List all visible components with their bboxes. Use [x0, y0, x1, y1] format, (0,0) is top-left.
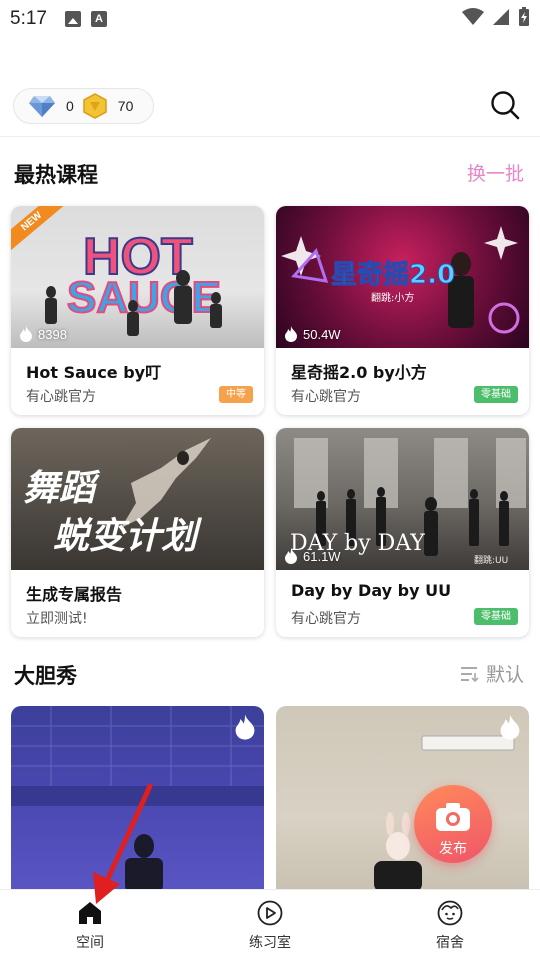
fire-icon	[235, 714, 255, 740]
report-card[interactable]: 舞蹈 蜕变计划 生成专属报告 立即测试!	[11, 428, 264, 637]
report-subtitle: 立即测试!	[26, 611, 88, 627]
course-author: 有心跳官方	[291, 389, 361, 405]
status-time: 5:17	[10, 8, 47, 29]
hot-courses-title: 最热课程	[14, 163, 98, 187]
fire-icon	[500, 714, 520, 740]
show-video-thumbnail	[374, 735, 515, 892]
bottom-nav: 空间 练习室 宿舍	[0, 889, 540, 960]
course-title: 星奇摇2.0 by小方	[291, 363, 427, 382]
nav-dorm-label: 宿舍	[436, 935, 464, 951]
fire-icon	[285, 326, 297, 342]
show-video-card[interactable]	[11, 706, 264, 892]
header-divider	[0, 136, 540, 137]
signal-icon	[493, 9, 509, 25]
fire-icon	[20, 326, 32, 342]
header: 0 70	[0, 86, 540, 136]
view-count: 8398	[19, 326, 67, 342]
app-notification-icon: A	[90, 11, 107, 27]
course-card-day-by-day[interactable]: DAY by DAY 翻跳:UU 61.1W Day by Day by UU …	[276, 428, 529, 637]
battery-icon	[519, 7, 529, 26]
show-video-thumbnail	[11, 706, 264, 892]
gallery-notification-icon	[64, 11, 81, 27]
course-card-hot-sauce[interactable]: HOT SAUCE NEW 8398 Hot Sauce by叮 有心跳官方 中…	[11, 206, 264, 415]
course-thumbnail: HOT SAUCE NEW 8398	[11, 206, 264, 348]
nav-space[interactable]: 空间	[30, 890, 150, 960]
svg-text:舞蹈: 舞蹈	[23, 468, 101, 509]
search-icon[interactable]	[490, 90, 520, 120]
camera-icon	[436, 803, 470, 831]
nav-dorm[interactable]: 宿舍	[390, 890, 510, 960]
report-thumbnail: 舞蹈 蜕变计划	[11, 428, 264, 570]
sort-icon	[460, 666, 479, 682]
nav-practice-room[interactable]: 练习室	[210, 890, 330, 960]
difficulty-tag: 零基础	[474, 608, 518, 625]
report-title: 生成专属报告	[26, 585, 123, 604]
fire-icon	[285, 548, 297, 564]
difficulty-tag: 中等	[219, 386, 253, 403]
publish-button[interactable]: 发布	[414, 785, 492, 863]
sort-label: 默认	[485, 664, 524, 686]
refresh-batch-button[interactable]: 换一批	[467, 159, 524, 186]
view-count: 50.4W	[284, 326, 341, 342]
view-count: 61.1W	[284, 548, 341, 564]
bold-show-title: 大胆秀	[14, 664, 77, 688]
course-title: Hot Sauce by叮	[26, 363, 162, 382]
svg-text:蜕变计划: 蜕变计划	[53, 516, 203, 557]
course-thumbnail: 星奇摇2.0 翻跳:小方 50.4W	[276, 206, 529, 348]
diamond-icon	[29, 96, 55, 117]
dance-transform-artwork: 舞蹈 蜕变计划	[23, 438, 211, 557]
nav-space-label: 空间	[76, 935, 104, 951]
status-bar: 5:17 A	[0, 0, 540, 38]
course-title: Day by Day by UU	[291, 581, 452, 600]
wallet-pill[interactable]: 0 70	[13, 88, 154, 124]
nav-practice-room-label: 练习室	[249, 935, 291, 951]
svg-text:翻跳:小方: 翻跳:小方	[371, 291, 414, 304]
svg-text:翻跳:UU: 翻跳:UU	[474, 554, 508, 566]
diamond-count: 0	[66, 98, 74, 114]
course-card-xingqiyao[interactable]: 星奇摇2.0 翻跳:小方 50.4W 星奇摇2.0 by小方 有心跳官方 零基础	[276, 206, 529, 415]
svg-text:SAUCE: SAUCE	[67, 273, 221, 322]
sort-button[interactable]: 默认	[460, 660, 524, 687]
show-video-card[interactable]	[276, 706, 529, 892]
coin-icon	[83, 93, 107, 119]
coin-count: 70	[117, 98, 134, 114]
publish-label: 发布	[439, 841, 467, 857]
home-icon	[79, 902, 101, 924]
course-author: 有心跳官方	[26, 389, 96, 405]
svg-text:星奇摇2.0: 星奇摇2.0	[331, 260, 455, 290]
wifi-icon	[462, 8, 484, 25]
course-author: 有心跳官方	[291, 611, 361, 627]
play-circle-icon	[257, 900, 283, 926]
course-thumbnail: DAY by DAY 翻跳:UU 61.1W	[276, 428, 529, 570]
difficulty-tag: 零基础	[474, 386, 518, 403]
face-icon	[437, 900, 463, 926]
